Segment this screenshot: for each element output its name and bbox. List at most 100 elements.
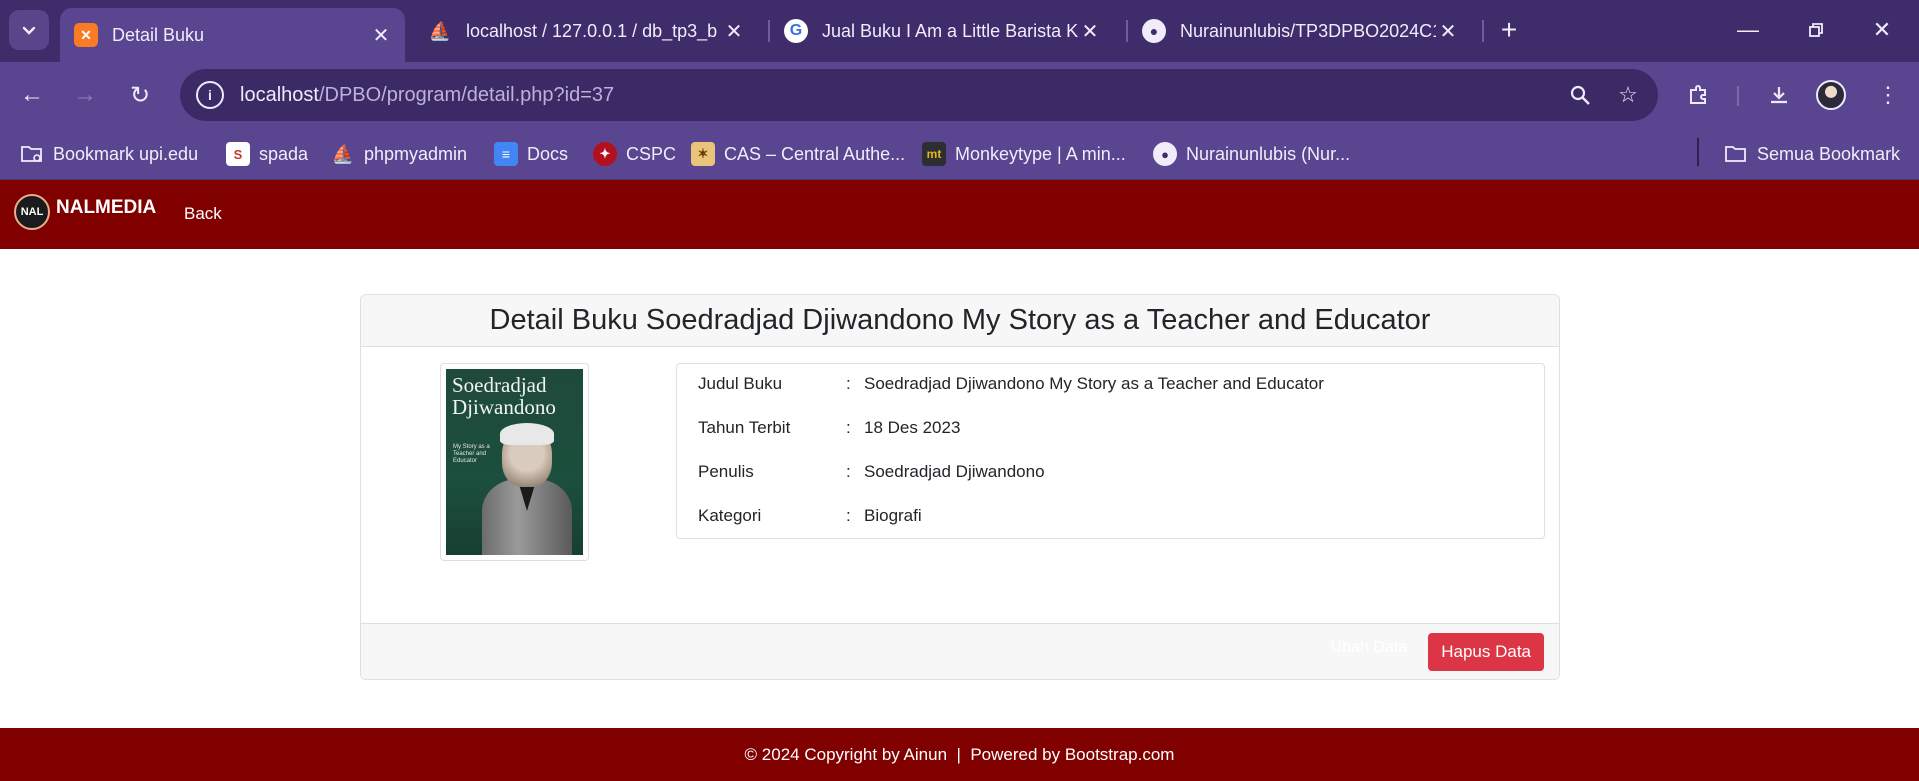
close-window-icon[interactable]: ✕ <box>1862 12 1902 48</box>
close-tab-icon[interactable]: ✕ <box>369 23 393 47</box>
detail-card: Detail Buku Soedradjad Djiwandono My Sto… <box>360 294 1560 680</box>
close-tab-icon[interactable]: ✕ <box>1078 19 1102 43</box>
cover-title-line: Djiwandono <box>452 395 556 419</box>
bookmark-label: CSPC <box>626 143 677 164</box>
zoom-icon[interactable] <box>1562 77 1598 113</box>
info-row-kategori: Kategori : Biografi <box>698 504 922 528</box>
google-icon: G <box>784 19 808 43</box>
tab-jual-buku[interactable]: G Jual Buku I Am a Little Barista K ✕ <box>770 8 1114 54</box>
info-colon: : <box>846 462 851 481</box>
info-row-tahun: Tahun Terbit : 18 Des 2023 <box>698 416 960 440</box>
all-bookmarks-button[interactable]: Semua Bookmark <box>1724 140 1900 168</box>
cspc-icon: ✦ <box>593 142 617 166</box>
site-info-icon[interactable]: i <box>196 81 224 109</box>
monkeytype-icon: mt <box>922 142 946 166</box>
footer-copyright: © 2024 Copyright by Ainun | Powered by B… <box>744 744 1175 764</box>
download-icon[interactable] <box>1761 77 1797 113</box>
bookmark-item[interactable]: ✦ CSPC <box>593 140 676 168</box>
info-row-penulis: Penulis : Soedradjad Djiwandono <box>698 460 1045 484</box>
bookmark-item[interactable]: ⛵ phpmyadmin <box>331 140 467 168</box>
tab-title: Nurainunlubis/TP3DPBO2024C1 <box>1180 20 1436 41</box>
url-host: localhost <box>240 83 319 106</box>
github-icon: ● <box>1142 19 1166 43</box>
bookmark-item[interactable]: Bookmark upi.edu <box>20 140 198 168</box>
tab-detail-buku[interactable]: ✕ Detail Buku ✕ <box>60 8 405 62</box>
bookmark-item[interactable]: mt Monkeytype | A min... <box>922 140 1126 168</box>
profile-avatar[interactable] <box>1816 80 1846 110</box>
browser-tab-strip: ✕ Detail Buku ✕ ⛵ localhost / 127.0.0.1 … <box>0 0 1919 62</box>
bookmark-item[interactable]: ✶ CAS – Central Authe... <box>691 140 905 168</box>
bookmark-label: Semua Bookmark <box>1757 143 1901 164</box>
brand-link[interactable]: NAL NALMEDIA <box>14 194 156 230</box>
reload-icon[interactable]: ↻ <box>122 77 158 113</box>
close-tab-icon[interactable]: ✕ <box>722 19 746 43</box>
tab-github[interactable]: ● Nurainunlubis/TP3DPBO2024C1 ✕ <box>1128 8 1472 54</box>
tab-separator <box>1482 20 1484 42</box>
brand-logo: NAL <box>14 194 50 230</box>
delete-button[interactable]: Hapus Data <box>1428 633 1544 671</box>
cover-title: Soedradjad Djiwandono <box>452 374 556 418</box>
url-text[interactable]: localhost/DPBO/program/detail.php?id=37 <box>240 84 1562 107</box>
restore-icon[interactable] <box>1796 12 1836 48</box>
cas-icon: ✶ <box>691 142 715 166</box>
site-footer: © 2024 Copyright by Ainun | Powered by B… <box>0 728 1919 781</box>
star-icon[interactable]: ☆ <box>1610 77 1646 113</box>
toolbar-divider <box>1737 86 1739 106</box>
info-label: Judul Buku <box>698 374 783 393</box>
tab-search-button[interactable] <box>9 10 49 50</box>
back-arrow-icon[interactable]: ← <box>14 77 50 113</box>
url-path: /DPBO/program/detail.php?id=37 <box>318 83 615 106</box>
close-tab-icon[interactable]: ✕ <box>1436 19 1460 43</box>
tab-title: Detail Buku <box>112 24 205 45</box>
nav-back-link[interactable]: Back <box>184 204 222 224</box>
bookmark-item[interactable]: S spada <box>226 140 308 168</box>
minimize-icon[interactable]: — <box>1728 12 1768 48</box>
bookmark-label: Monkeytype | A min... <box>955 143 1126 164</box>
book-cover-thumbnail: Soedradjad Djiwandono My Story as a Teac… <box>440 363 589 561</box>
forward-arrow-icon[interactable]: → <box>67 77 103 113</box>
bookmark-label: phpmyadmin <box>364 143 468 164</box>
cover-portrait <box>482 423 572 555</box>
bookmark-label: Docs <box>527 143 569 164</box>
site-navbar: NAL NALMEDIA Back <box>0 180 1919 249</box>
tab-title: localhost / 127.0.0.1 / db_tp3_b <box>466 20 718 41</box>
bookmark-item[interactable]: ● Nurainunlubis (Nur... <box>1153 140 1350 168</box>
info-colon: : <box>846 506 851 525</box>
info-value: Soedradjad Djiwandono My Story as a Teac… <box>864 374 1324 393</box>
extensions-icon[interactable] <box>1680 77 1716 113</box>
folder-settings-icon <box>20 142 44 166</box>
info-value: Biografi <box>864 506 922 525</box>
spada-icon: S <box>226 142 250 166</box>
new-tab-button[interactable]: + <box>1493 14 1525 46</box>
browser-toolbar: ← → ↻ i localhost/DPBO/program/detail.ph… <box>0 62 1919 128</box>
info-value: Soedradjad Djiwandono <box>864 462 1045 481</box>
bookmark-label: Bookmark upi.edu <box>53 143 199 164</box>
folder-icon <box>1724 142 1748 166</box>
cover-title-line: Soedradjad <box>452 373 547 397</box>
chevron-down-icon <box>22 26 36 35</box>
bookmark-item[interactable]: ≡ Docs <box>494 140 568 168</box>
docs-icon: ≡ <box>494 142 518 166</box>
address-bar[interactable]: i localhost/DPBO/program/detail.php?id=3… <box>180 69 1658 121</box>
info-label: Kategori <box>698 506 762 525</box>
menu-kebab-icon[interactable]: ⋮ <box>1870 77 1906 113</box>
bookmarks-bar: Bookmark upi.edu S spada ⛵ phpmyadmin ≡ … <box>0 128 1919 180</box>
bookmark-label: CAS – Central Authe... <box>724 143 906 164</box>
card-title: Detail Buku Soedradjad Djiwandono My Sto… <box>361 295 1559 347</box>
info-row-judul: Judul Buku : Soedradjad Djiwandono My St… <box>698 372 1324 396</box>
card-footer: Ubah Data Hapus Data <box>361 623 1559 679</box>
phpmyadmin-icon: ⛵ <box>428 20 452 41</box>
xampp-icon: ✕ <box>74 23 98 47</box>
info-colon: : <box>846 418 851 437</box>
info-label: Penulis <box>698 462 754 481</box>
info-colon: : <box>846 374 851 393</box>
tab-title: Jual Buku I Am a Little Barista K <box>822 20 1078 41</box>
phpmyadmin-icon: ⛵ <box>331 143 355 164</box>
edit-button[interactable]: Ubah Data <box>1331 639 1408 657</box>
tab-phpmyadmin[interactable]: ⛵ localhost / 127.0.0.1 / db_tp3_b ✕ <box>414 8 758 54</box>
bookmark-label: Nurainunlubis (Nur... <box>1186 143 1351 164</box>
info-label: Tahun Terbit <box>698 418 791 437</box>
book-cover-image: Soedradjad Djiwandono My Story as a Teac… <box>446 369 583 555</box>
bookmark-label: spada <box>259 143 309 164</box>
bookmarks-divider <box>1697 138 1699 166</box>
